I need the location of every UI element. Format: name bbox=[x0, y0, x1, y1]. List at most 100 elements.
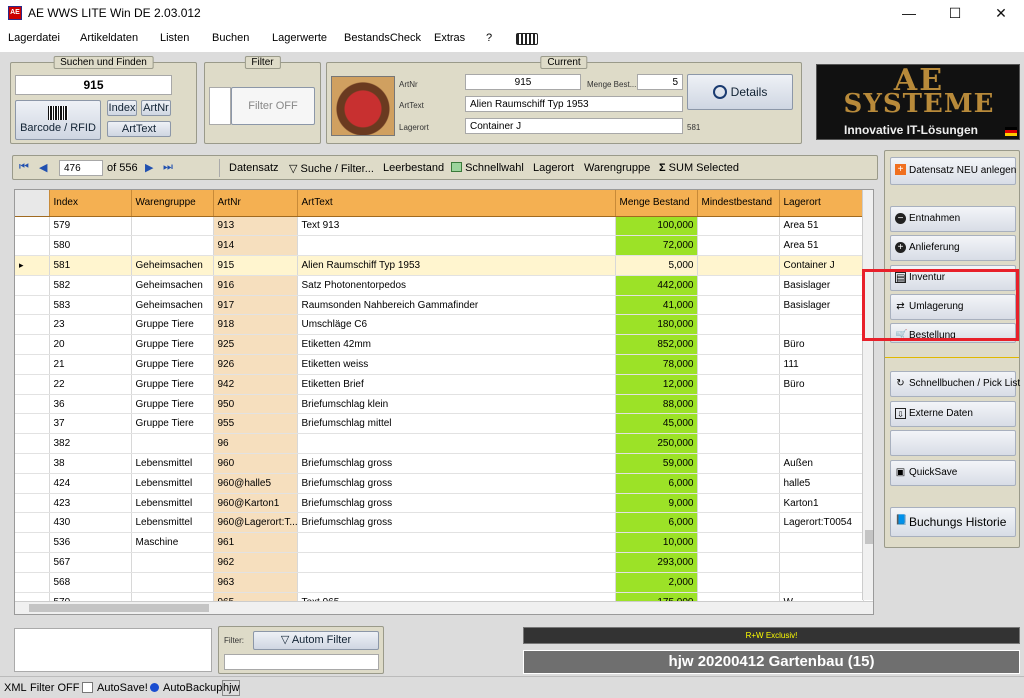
table-cell[interactable] bbox=[779, 532, 864, 554]
current-lagerort-field[interactable] bbox=[465, 118, 683, 134]
next-record-icon[interactable]: ▶ bbox=[145, 161, 153, 174]
current-menge-field[interactable] bbox=[637, 74, 683, 90]
table-cell[interactable] bbox=[131, 572, 214, 593]
table-cell[interactable] bbox=[697, 334, 780, 356]
row-selector[interactable] bbox=[15, 314, 50, 336]
table-row[interactable]: 424 Lebensmittel 960@halle5 Briefumschlag g… bbox=[15, 473, 864, 494]
table-cell[interactable]: 568 bbox=[49, 572, 132, 593]
table-cell[interactable]: Geheimsachen bbox=[131, 255, 214, 276]
row-selector[interactable] bbox=[15, 512, 50, 534]
table-cell[interactable] bbox=[697, 473, 780, 494]
table-cell[interactable]: 960@Karton1 bbox=[213, 493, 298, 514]
table-row[interactable]: 23 Gruppe Tiere 918 Umschläge C6 180,000 bbox=[15, 314, 864, 336]
autom-filter-input[interactable] bbox=[224, 654, 379, 670]
table-cell[interactable] bbox=[779, 433, 864, 455]
table-cell[interactable]: 955 bbox=[213, 413, 298, 435]
table-cell[interactable]: 21 bbox=[49, 354, 132, 375]
status-filter[interactable]: Filter OFF bbox=[30, 682, 80, 694]
table-cell[interactable] bbox=[697, 532, 780, 554]
table-row[interactable]: 423 Lebensmittel 960@Karton1 Briefumschlag … bbox=[15, 493, 864, 514]
table-cell[interactable] bbox=[297, 532, 616, 554]
table-cell[interactable] bbox=[697, 413, 780, 435]
table-cell[interactable]: Büro bbox=[779, 334, 864, 356]
table-row[interactable]: 583 Geheimsachen 917 Raumsonden Nahbereich … bbox=[15, 295, 864, 316]
table-cell[interactable]: 915 bbox=[213, 255, 298, 276]
table-cell[interactable]: 580 bbox=[49, 235, 132, 257]
table-cell[interactable]: 918 bbox=[213, 314, 298, 336]
table-cell[interactable]: 293,000 bbox=[615, 552, 698, 573]
autom-filter-button[interactable]: ▽ Autom Filter bbox=[253, 631, 379, 650]
externe-daten-button[interactable]: ⇩ Externe Daten bbox=[890, 401, 1016, 427]
empty-action-button[interactable] bbox=[890, 430, 1016, 456]
row-selector[interactable] bbox=[15, 453, 50, 474]
table-cell[interactable]: 926 bbox=[213, 354, 298, 375]
table-cell[interactable]: 10,000 bbox=[615, 532, 698, 554]
column-header-arttext[interactable]: ArtText bbox=[297, 190, 616, 217]
autosave-checkbox[interactable] bbox=[82, 682, 93, 693]
table-cell[interactable]: halle5 bbox=[779, 473, 864, 494]
table-cell[interactable]: 950 bbox=[213, 394, 298, 415]
table-cell[interactable]: Lebensmittel bbox=[131, 512, 214, 534]
table-cell[interactable] bbox=[697, 314, 780, 336]
table-cell[interactable]: Karton1 bbox=[779, 493, 864, 514]
table-cell[interactable] bbox=[697, 552, 780, 573]
schnellbuchen-button[interactable]: ↻ Schnellbuchen / Pick List bbox=[890, 371, 1020, 397]
table-cell[interactable]: 2,000 bbox=[615, 572, 698, 593]
table-cell[interactable] bbox=[697, 493, 780, 514]
table-cell[interactable]: Area 51 bbox=[779, 235, 864, 257]
table-cell[interactable] bbox=[697, 512, 780, 534]
table-cell[interactable]: 36 bbox=[49, 394, 132, 415]
table-cell[interactable]: 916 bbox=[213, 275, 298, 296]
table-cell[interactable] bbox=[131, 216, 214, 237]
table-cell[interactable]: 88,000 bbox=[615, 394, 698, 415]
close-button[interactable]: ✕ bbox=[978, 0, 1024, 26]
row-selector[interactable] bbox=[15, 354, 50, 375]
table-cell[interactable] bbox=[697, 354, 780, 375]
table-row[interactable]: 582 Geheimsachen 916 Satz Photonentorpedos 4… bbox=[15, 275, 864, 296]
previous-record-icon[interactable]: ◀ bbox=[39, 161, 47, 174]
table-row[interactable]: 580 914 72,000 Area 51 bbox=[15, 235, 864, 257]
table-cell[interactable]: Raumsonden Nahbereich Gammafinder bbox=[297, 295, 616, 316]
row-selector[interactable] bbox=[15, 572, 50, 593]
table-cell[interactable]: Gruppe Tiere bbox=[131, 374, 214, 395]
row-selector[interactable] bbox=[15, 334, 50, 356]
table-cell[interactable]: Geheimsachen bbox=[131, 275, 214, 296]
menu-listen[interactable]: Listen bbox=[160, 32, 189, 44]
table-cell[interactable]: Büro bbox=[779, 374, 864, 395]
table-cell[interactable] bbox=[697, 295, 780, 316]
status-autobackup[interactable]: AutoBackup bbox=[163, 682, 222, 694]
table-cell[interactable]: Umschläge C6 bbox=[297, 314, 616, 336]
table-row[interactable]: 22 Gruppe Tiere 942 Etiketten Brief 12,000 Bü… bbox=[15, 374, 864, 395]
table-cell[interactable] bbox=[697, 453, 780, 474]
toolbar-leerbestand[interactable]: Leerbestand bbox=[383, 162, 444, 174]
column-header-menge-bestand[interactable]: Menge Bestand bbox=[615, 190, 698, 217]
minimize-button[interactable]: — bbox=[886, 0, 932, 26]
table-cell[interactable]: Area 51 bbox=[779, 216, 864, 237]
table-cell[interactable]: 579 bbox=[49, 216, 132, 237]
table-cell[interactable]: 100,000 bbox=[615, 216, 698, 237]
table-cell[interactable]: 41,000 bbox=[615, 295, 698, 316]
toolbar-datensatz[interactable]: Datensatz bbox=[229, 162, 279, 174]
table-cell[interactable]: Gruppe Tiere bbox=[131, 314, 214, 336]
table-cell[interactable]: 961 bbox=[213, 532, 298, 554]
toolbar-lagerort[interactable]: Lagerort bbox=[533, 162, 574, 174]
table-cell[interactable]: Briefumschlag klein bbox=[297, 394, 616, 415]
buchungs-historie-button[interactable]: 📘 Buchungs Historie bbox=[890, 507, 1016, 537]
table-row[interactable]: 579 913 Text 913 100,000 Area 51 bbox=[15, 216, 864, 237]
record-position-input[interactable] bbox=[59, 160, 103, 176]
menu-lagerdatei[interactable]: Lagerdatei bbox=[8, 32, 60, 44]
table-cell[interactable]: 960@Lagerort:T... bbox=[213, 512, 298, 534]
horizontal-scrollbar[interactable] bbox=[15, 601, 873, 614]
vertical-scroll-thumb[interactable] bbox=[865, 530, 873, 544]
table-cell[interactable]: Gruppe Tiere bbox=[131, 354, 214, 375]
table-cell[interactable]: 962 bbox=[213, 552, 298, 573]
table-cell[interactable]: 382 bbox=[49, 433, 132, 455]
table-cell[interactable]: Etiketten Brief bbox=[297, 374, 616, 395]
table-cell[interactable] bbox=[131, 433, 214, 455]
table-row[interactable]: 36 Gruppe Tiere 950 Briefumschlag klein 88,0… bbox=[15, 394, 864, 415]
table-cell[interactable]: 423 bbox=[49, 493, 132, 514]
entnahmen-button[interactable]: − Entnahmen bbox=[890, 206, 1016, 232]
toolbar-sum-selected[interactable]: Σ SUM Selected bbox=[659, 162, 739, 174]
table-row[interactable]: 38 Lebensmittel 960 Briefumschlag gross 59,0… bbox=[15, 453, 864, 474]
keyboard-icon[interactable] bbox=[516, 33, 538, 45]
